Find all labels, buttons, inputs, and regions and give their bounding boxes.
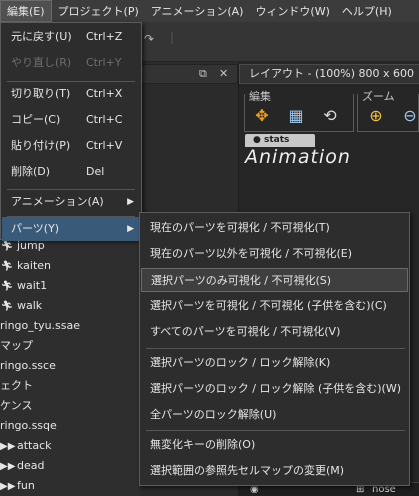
viewport-title: レイアウト - (100%) 800 x 600 <box>239 64 419 84</box>
tree-item-label: attack <box>17 439 52 452</box>
menu-item-shortcut: Ctrl+Y <box>86 56 122 69</box>
play-icon: ▶▶ <box>0 481 16 492</box>
menu-item-label: 削除(D) <box>11 165 51 178</box>
menu-item-label: コピー(C) <box>11 113 61 126</box>
menu-item-unlock-all[interactable]: 全パーツのロック解除(U) <box>141 403 408 427</box>
menu-separator <box>146 430 405 431</box>
animation-title: Animation <box>245 146 351 168</box>
left-panel-header: ⧉ ✕ <box>140 64 238 84</box>
tree-item-label: ringo_tyu.ssae <box>0 319 81 332</box>
menu-item-change-cellmap[interactable]: 選択範囲の参照先セルマップの変更(M) <box>141 459 408 483</box>
menu-project[interactable]: プロジェクト(P) <box>52 0 145 22</box>
menu-item-delete[interactable]: 削除(D) Del <box>2 160 140 184</box>
person-icon: 🏃︎ <box>0 261 14 272</box>
menu-item-redo[interactable]: やり直し(R) Ctrl+Y <box>2 51 140 75</box>
tree-item[interactable]: ringo.ssqe <box>0 416 140 436</box>
menu-item-shortcut: Ctrl+X <box>86 87 123 100</box>
zoom-in-icon[interactable]: ⊕ <box>362 101 390 129</box>
menu-item-lock-selected[interactable]: 選択パーツのロック / ロック解除(K) <box>141 351 408 375</box>
menu-item-paste[interactable]: 貼り付け(P) Ctrl+V <box>2 134 140 158</box>
tree-item[interactable]: ▶▶ dead <box>0 456 140 476</box>
tree-item[interactable]: ▶▶ attack <box>0 436 140 456</box>
menu-separator <box>146 348 405 349</box>
menu-item-shortcut: Ctrl+V <box>86 139 123 152</box>
menu-window[interactable]: ウィンドウ(W) <box>249 0 335 22</box>
menu-item-parts[interactable]: パーツ(Y) ▶ <box>2 217 140 241</box>
play-icon: ▶▶ <box>0 441 16 452</box>
menu-item-delete-unchanged-keys[interactable]: 無変化キーの削除(O) <box>141 433 408 457</box>
menu-item-toggle-selected-with-children[interactable]: 選択パーツを可視化 / 不可視化 (子供を含む)(C) <box>141 294 408 318</box>
tree-item[interactable]: ェクト <box>0 376 140 396</box>
edit-menu-dropdown: 元に戻す(U) Ctrl+Z やり直し(R) Ctrl+Y 切り取り(T) Ct… <box>0 22 142 241</box>
person-icon: 🏃︎ <box>0 281 14 292</box>
tree-item-label: ringo.ssqe <box>0 419 57 432</box>
menu-item-label: 貼り付け(P) <box>11 139 71 152</box>
tree-item[interactable]: ringo_tyu.ssae <box>0 316 140 336</box>
tree-item-label: ケンス <box>0 399 33 412</box>
menu-animation[interactable]: アニメーション(A) <box>145 0 250 22</box>
menu-item-toggle-other-parts[interactable]: 現在のパーツ以外を可視化 / 不可視化(E) <box>141 242 408 266</box>
menu-item-copy[interactable]: コピー(C) Ctrl+C <box>2 108 140 132</box>
tree-item-label: kaiten <box>17 259 52 272</box>
menu-item-label: アニメーション(A) <box>11 195 104 208</box>
menu-item-label: 元に戻す(U) <box>11 30 72 43</box>
tree-item-label: dead <box>17 459 45 472</box>
menu-item-animation[interactable]: アニメーション(A) ▶ <box>2 190 140 214</box>
menu-item-undo[interactable]: 元に戻す(U) Ctrl+Z <box>2 25 140 49</box>
person-icon: 🏃︎ <box>0 301 14 312</box>
submenu-arrow-icon: ▶ <box>127 224 134 234</box>
menu-item-label: パーツ(Y) <box>11 222 60 235</box>
tree-item-label: walk <box>17 299 43 312</box>
parts-submenu: 現在のパーツを可視化 / 不可視化(T) 現在のパーツ以外を可視化 / 不可視化… <box>139 212 410 486</box>
menu-item-label: やり直し(R) <box>11 56 72 69</box>
move-tool-icon[interactable]: ✥ <box>248 101 276 129</box>
tree-item-label: fun <box>17 479 35 492</box>
tree-item[interactable]: 🏃︎ walk <box>0 296 140 316</box>
menu-item-shortcut: Del <box>86 165 105 178</box>
menu-bar: 編集(E) プロジェクト(P) アニメーション(A) ウィンドウ(W) ヘルプ(… <box>0 0 419 22</box>
project-tree: 🏃︎ jump 🏃︎ kaiten 🏃︎ wait1 🏃︎ walk ringo_tyu… <box>0 214 140 496</box>
menu-item-lock-selected-with-children[interactable]: 選択パーツのロック / ロック解除 (子供を含む)(W) <box>141 377 408 401</box>
tree-item[interactable]: 🏃︎ wait1 <box>0 276 140 296</box>
tree-item[interactable]: ▶▶ fun <box>0 476 140 496</box>
menu-item-toggle-selected-only[interactable]: 選択パーツのみ可視化 / 不可視化(S) <box>141 268 408 292</box>
menu-item-cut[interactable]: 切り取り(T) Ctrl+X <box>2 82 140 106</box>
tree-item[interactable]: ringo.ssce <box>0 356 140 376</box>
menu-item-shortcut: Ctrl+C <box>86 113 123 126</box>
menu-item-label: 切り取り(T) <box>11 87 71 100</box>
tree-item-label: ringo.ssce <box>0 359 56 372</box>
tree-item-label: マップ <box>0 339 33 352</box>
tree-item-label: wait1 <box>17 279 48 292</box>
toolbar-divider: | <box>170 30 175 44</box>
tree-item[interactable]: マップ <box>0 336 140 356</box>
submenu-arrow-icon: ▶ <box>127 197 134 207</box>
menu-edit[interactable]: 編集(E) <box>0 0 52 22</box>
close-panel-icon[interactable]: ✕ <box>219 67 228 80</box>
tree-item[interactable]: ケンス <box>0 396 140 416</box>
tree-item[interactable]: 🏃︎ kaiten <box>0 256 140 276</box>
menu-help[interactable]: ヘルプ(H) <box>336 0 398 22</box>
menu-item-toggle-all-parts[interactable]: すべてのパーツを可視化 / 不可視化(V) <box>141 320 408 344</box>
play-icon: ▶▶ <box>0 461 16 472</box>
redo-icon[interactable]: ↷ <box>144 32 154 46</box>
scale-tool-icon[interactable]: ▦ <box>282 101 310 129</box>
zoom-out-icon[interactable]: ⊖ <box>396 101 419 129</box>
menu-item-shortcut: Ctrl+Z <box>86 30 123 43</box>
float-panel-icon[interactable]: ⧉ <box>199 67 207 81</box>
tree-item-label: ェクト <box>0 379 33 392</box>
rotate-tool-icon[interactable]: ⟲ <box>316 101 344 129</box>
menu-item-toggle-current-part[interactable]: 現在のパーツを可視化 / 不可視化(T) <box>141 216 408 240</box>
main-toolbar: ↷ | <box>140 22 419 62</box>
